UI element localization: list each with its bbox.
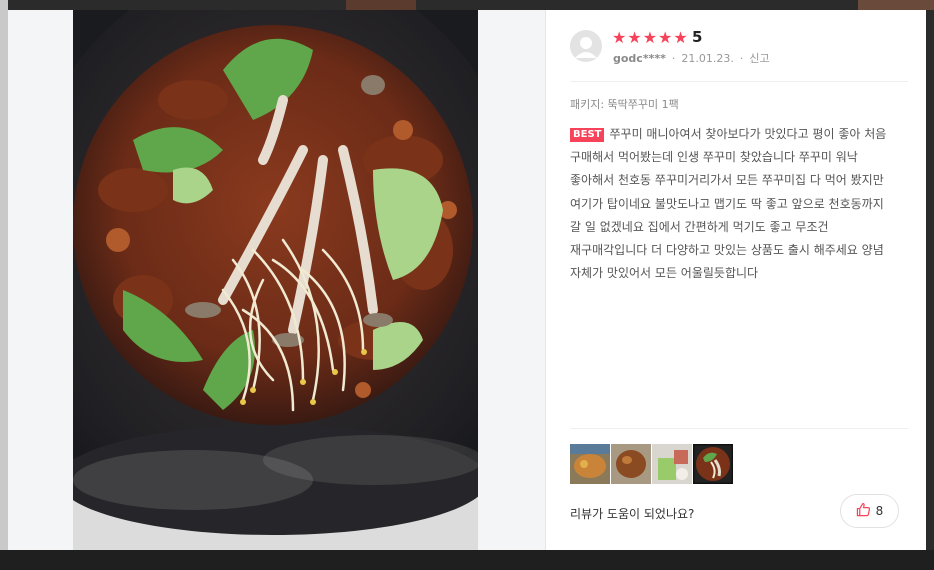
photo-thumbnail[interactable] (611, 444, 651, 484)
star-icon: ★ (673, 28, 688, 47)
background-page-edge (0, 0, 8, 570)
best-badge: BEST (570, 128, 605, 142)
star-icon: ★ (627, 28, 642, 47)
star-rating: ★ ★ ★ ★ ★ (612, 29, 688, 47)
meta-separator: · (671, 52, 676, 65)
helpful-question: 리뷰가 도움이 되었나요? (570, 507, 695, 521)
photo-thumbnail-strip (570, 444, 733, 484)
photo-thumbnail[interactable] (652, 444, 692, 484)
review-text: BEST 쭈꾸미 매니아여서 찾아보다가 맛있다고 평이 좋아 처음 구매해서 먹… (570, 123, 895, 285)
star-icon: ★ (612, 28, 627, 47)
divider (570, 81, 908, 82)
review-meta: godc**** · 21.01.23. · 신고 (613, 52, 770, 66)
review-username: godc**** (613, 52, 666, 65)
thumbs-up-icon (856, 502, 871, 521)
review-body: 쭈꾸미 매니아여서 찾아보다가 맛있다고 평이 좋아 처음 구매해서 먹어봤는데… (570, 127, 887, 281)
review-date: 21.01.23. (681, 52, 734, 65)
background-page-bottom (0, 550, 934, 570)
meta-separator: · (739, 52, 744, 65)
star-icon: ★ (658, 28, 673, 47)
photo-thumbnail[interactable] (570, 444, 610, 484)
review-photo (73, 10, 478, 550)
rating-value: 5 (692, 28, 703, 46)
helpful-count: 8 (875, 504, 884, 518)
star-icon: ★ (642, 28, 658, 47)
background-thumbnail (346, 0, 416, 10)
review-photo-modal: ★ ★ ★ ★ ★ 5 godc**** · 21.01.23. · 신고 패키… (8, 10, 926, 550)
package-label: 패키지: 뚝딱쭈꾸미 1팩 (570, 98, 679, 111)
background-thumbnail (858, 0, 934, 10)
helpful-like-button[interactable]: 8 (840, 494, 899, 528)
photo-viewer (8, 10, 546, 550)
user-avatar-icon (570, 30, 602, 62)
review-panel: ★ ★ ★ ★ ★ 5 godc**** · 21.01.23. · 신고 패키… (554, 10, 926, 550)
report-link[interactable]: 신고 (749, 52, 769, 66)
photo-thumbnail-selected[interactable] (693, 444, 733, 484)
divider (570, 428, 908, 429)
